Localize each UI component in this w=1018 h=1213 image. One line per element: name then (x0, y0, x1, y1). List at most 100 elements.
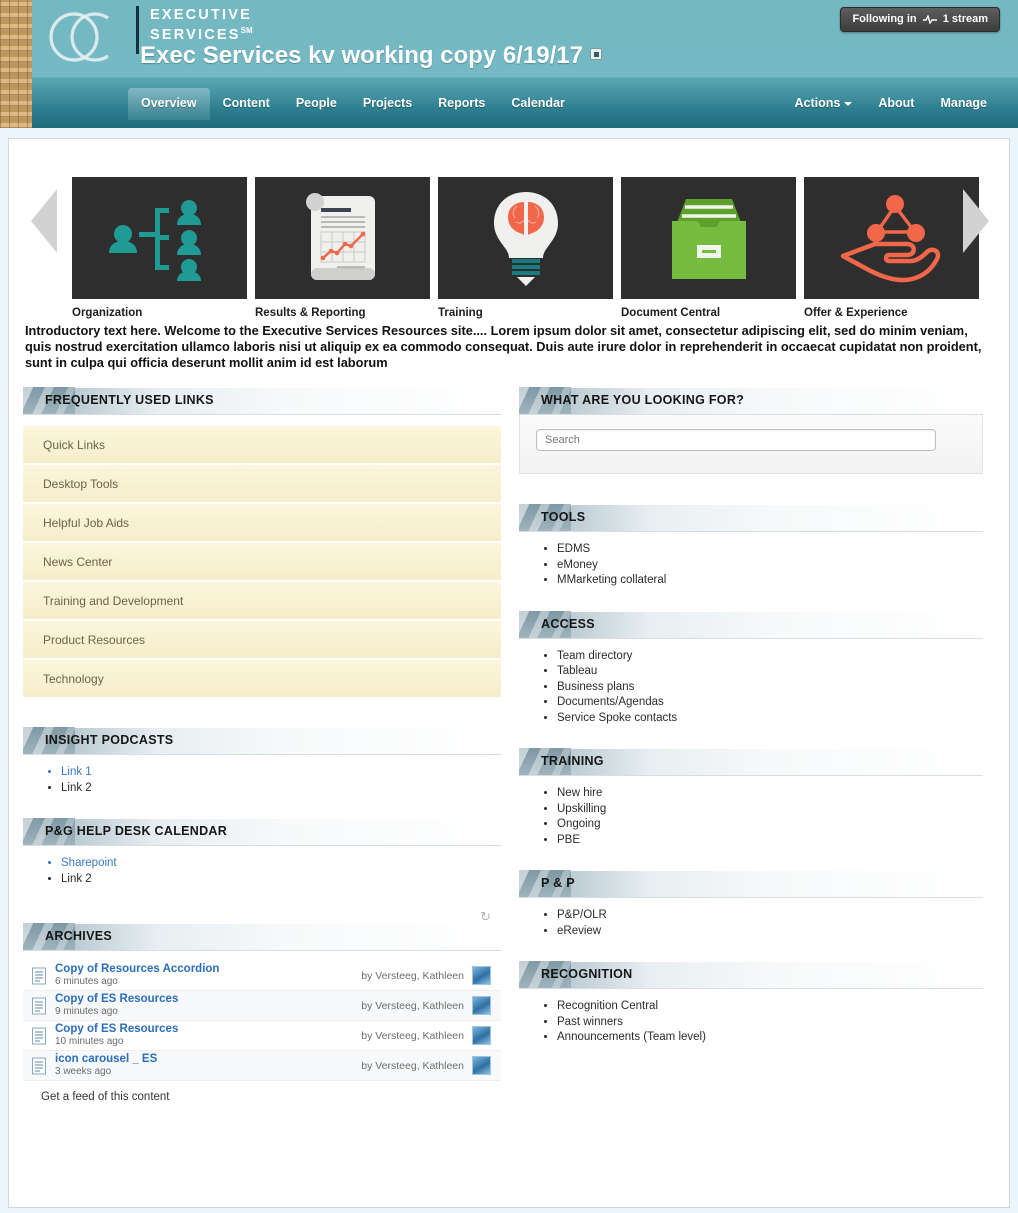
avatar[interactable] (472, 996, 491, 1015)
get-feed-link[interactable]: Get a feed of this content (23, 1081, 501, 1103)
table-row[interactable]: Copy of Resources Accordion 6 minutes ag… (23, 961, 501, 991)
chevron-down-icon (844, 101, 853, 106)
list-item[interactable]: Team directory (557, 649, 983, 665)
avatar[interactable] (472, 1026, 491, 1045)
document-icon (32, 1027, 46, 1044)
list-item[interactable]: Recognition Central (557, 999, 983, 1015)
introductory-text: Introductory text here. Welcome to the E… (25, 323, 982, 370)
search-input[interactable] (536, 429, 936, 451)
org-chart-icon (72, 177, 247, 299)
oc-logo (46, 8, 126, 66)
archive-row-main: Copy of ES Resources 10 minutes ago (55, 1023, 361, 1048)
nav-item-calendar[interactable]: Calendar (498, 88, 578, 120)
accordion-item-quick-links[interactable]: Quick Links (23, 425, 501, 463)
archive-author: by Versteeg, Kathleen (361, 1059, 464, 1072)
carousel-tile-offer-experience[interactable]: Offer & Experience (804, 177, 979, 319)
insight-podcasts-list: Link 1 Link 2 (23, 765, 501, 796)
archive-title[interactable]: icon carousel _ ES (55, 1053, 361, 1066)
archive-author: by Versteeg, Kathleen (361, 1029, 464, 1042)
icon-carousel: Organization Results & Reporting Trainin… (9, 139, 1009, 319)
list-item[interactable]: P&P/OLR (557, 908, 983, 924)
carousel-prev-arrow-icon[interactable] (31, 189, 57, 253)
list-item[interactable]: Upskilling (557, 802, 983, 818)
list-item[interactable]: Business plans (557, 680, 983, 696)
carousel-next-arrow-icon[interactable] (963, 189, 989, 253)
table-row[interactable]: Copy of ES Resources 10 minutes ago by V… (23, 1021, 501, 1051)
carousel-label-document-central: Document Central (621, 307, 721, 319)
nav-item-manage[interactable]: Manage (927, 88, 1000, 120)
table-row[interactable]: icon carousel _ ES 3 weeks ago by Verste… (23, 1051, 501, 1081)
nav-item-people[interactable]: People (283, 88, 350, 120)
list-item[interactable]: MMarketing collateral (557, 573, 983, 589)
list-item[interactable]: New hire (557, 786, 983, 802)
list-item[interactable]: eMoney (557, 558, 983, 574)
archive-timestamp: 10 minutes ago (55, 1036, 124, 1047)
accordion-item-training-and-development[interactable]: Training and Development (23, 581, 501, 619)
nav-item-overview[interactable]: Overview (128, 88, 210, 120)
widget-header-training: TRAINING (519, 748, 983, 776)
following-stream-button[interactable]: Following in 1 stream (840, 7, 1000, 32)
list-item[interactable]: Tableau (557, 664, 983, 680)
nav-item-projects[interactable]: Projects (350, 88, 425, 120)
table-row[interactable]: Copy of ES Resources 9 minutes ago by Ve… (23, 991, 501, 1021)
site-header: EXECUTIVE SERVICESSM Exec Services kv wo… (32, 0, 1018, 128)
list-item[interactable]: eReview (557, 924, 983, 940)
title-dropdown-icon[interactable] (589, 48, 602, 60)
search-box (519, 415, 983, 474)
accordion-item-technology[interactable]: Technology (23, 659, 501, 697)
widget-title-insight-podcasts: INSIGHT PODCASTS (45, 733, 174, 747)
archive-title[interactable]: Copy of ES Resources (55, 1023, 361, 1036)
archive-row-main: Copy of Resources Accordion 6 minutes ag… (55, 963, 361, 988)
list-item[interactable]: EDMS (557, 542, 983, 558)
column-gap (501, 387, 519, 1103)
carousel-tile-training[interactable]: Training (438, 177, 613, 319)
accordion-item-product-resources[interactable]: Product Resources (23, 620, 501, 658)
document-icon (32, 1057, 46, 1074)
accordion-item-desktop-tools[interactable]: Desktop Tools (23, 464, 501, 502)
nav-item-reports[interactable]: Reports (425, 88, 498, 120)
carousel-tile-organization[interactable]: Organization (72, 177, 247, 319)
podcast-link-1: Link 1 (61, 766, 92, 778)
list-item[interactable]: Link 1 (61, 765, 501, 781)
widget-title-tools: TOOLS (541, 510, 586, 524)
archive-timestamp: 9 minutes ago (55, 1006, 118, 1017)
accordion-item-news-center[interactable]: News Center (23, 542, 501, 580)
widget-training: TRAINING New hire Upskilling Ongoing PBE (519, 748, 983, 848)
nav-item-about[interactable]: About (865, 88, 927, 120)
list-item[interactable]: Sharepoint (61, 856, 501, 872)
carousel-label-results-reporting: Results & Reporting (255, 307, 366, 319)
list-item[interactable]: PBE (557, 833, 983, 849)
archive-title[interactable]: Copy of ES Resources (55, 993, 361, 1006)
avatar[interactable] (472, 1056, 491, 1075)
list-item[interactable]: Link 2 (61, 872, 501, 888)
widget-header-insight-podcasts: INSIGHT PODCASTS (23, 727, 501, 755)
following-count: 1 stream (942, 13, 988, 25)
widget-header-frequently-used-links: FREQUENTLY USED LINKS (23, 387, 501, 415)
list-item[interactable]: Past winners (557, 1015, 983, 1031)
widget-title-help-desk-calendar: P&G HELP DESK CALENDAR (45, 824, 228, 838)
widget-title-frequently-used-links: FREQUENTLY USED LINKS (45, 393, 214, 407)
nav-actions-label: Actions (794, 96, 841, 110)
refresh-icon[interactable]: ↻ (23, 909, 501, 924)
widget-insight-podcasts: INSIGHT PODCASTS Link 1 Link 2 (23, 727, 501, 796)
list-item[interactable]: Service Spoke contacts (557, 711, 983, 727)
nav-item-content[interactable]: Content (210, 88, 283, 120)
avatar[interactable] (472, 966, 491, 985)
file-box-icon (621, 177, 796, 299)
list-item[interactable]: Announcements (Team level) (557, 1030, 983, 1046)
carousel-tile-results-reporting[interactable]: Results & Reporting (255, 177, 430, 319)
accordion-item-helpful-job-aids[interactable]: Helpful Job Aids (23, 503, 501, 541)
widget-help-desk-calendar: P&G HELP DESK CALENDAR Sharepoint Link 2 (23, 818, 501, 887)
archive-title[interactable]: Copy of Resources Accordion (55, 963, 361, 976)
list-item[interactable]: Documents/Agendas (557, 695, 983, 711)
nav-item-actions[interactable]: Actions (782, 88, 866, 120)
lightbulb-brain-icon (438, 177, 613, 299)
accordion-list: Quick Links Desktop Tools Helpful Job Ai… (23, 425, 501, 697)
widget-header-pp: P & P (519, 870, 983, 898)
list-item[interactable]: Ongoing (557, 817, 983, 833)
list-item[interactable]: Link 2 (61, 781, 501, 797)
carousel-tile-document-central[interactable]: Document Central (621, 177, 796, 319)
hand-network-icon (804, 177, 979, 299)
